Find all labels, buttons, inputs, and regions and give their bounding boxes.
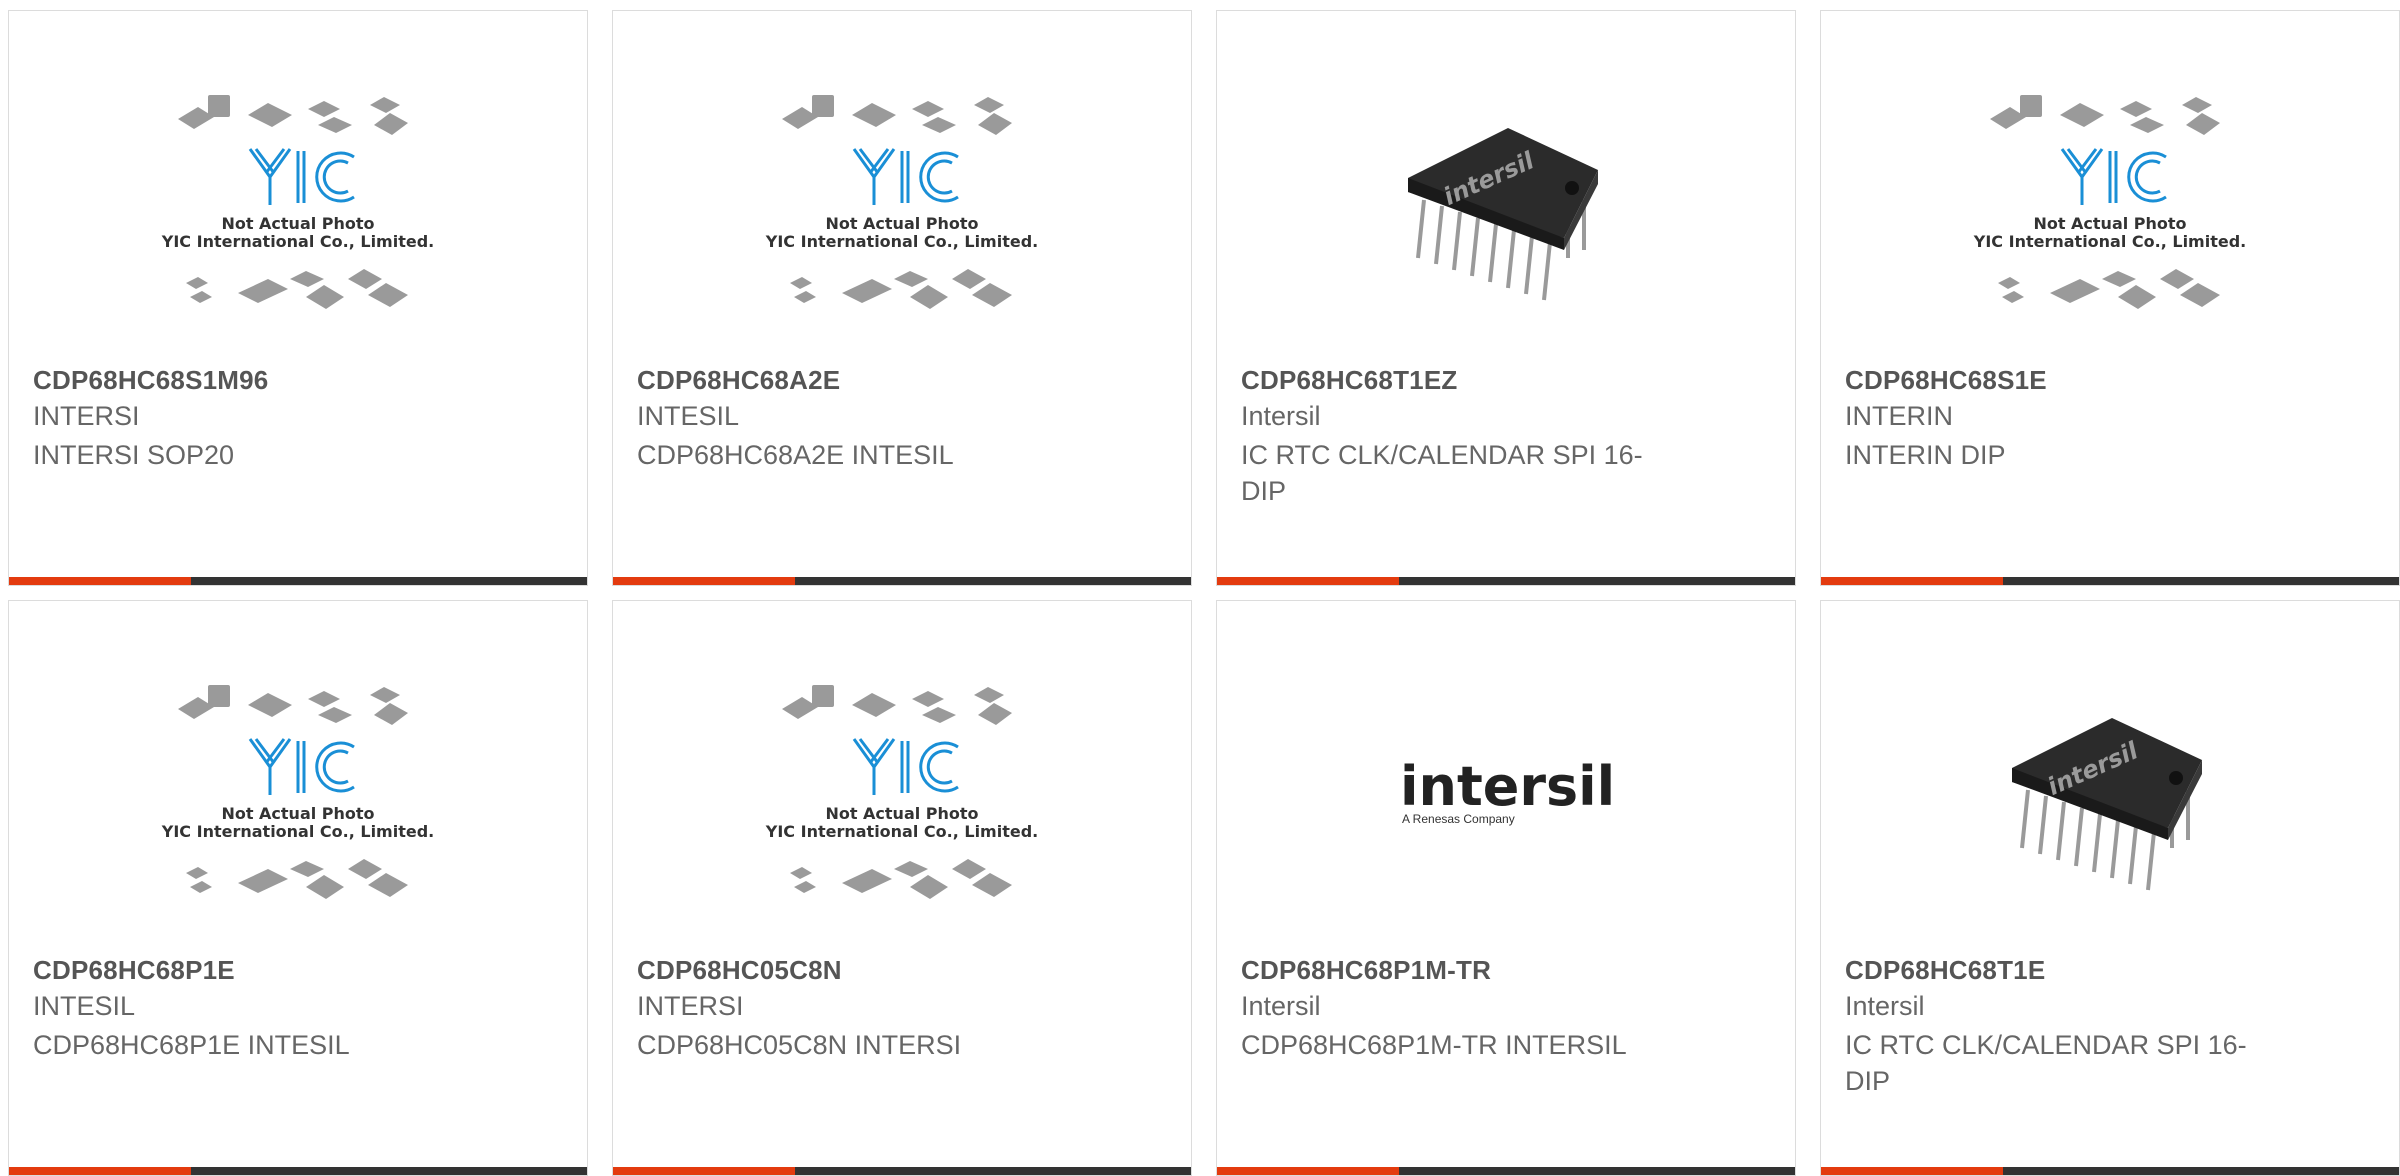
yic-placeholder-image: Not Actual Photo YIC International Co., … — [1973, 95, 2246, 309]
placeholder-line2: YIC International Co., Limited. — [765, 822, 1038, 841]
product-card[interactable]: intersil CDP68HC68T1E Intersil IC RTC CL… — [1820, 600, 2400, 1176]
intersil-logo-image: intersil A Renesas Company — [1400, 755, 1615, 826]
card-bottom-bar — [1217, 577, 1795, 585]
card-accent-bar — [9, 1167, 191, 1175]
placeholder-line2: YIC International Co., Limited. — [1973, 232, 2246, 251]
placeholder-line2: YIC International Co., Limited. — [161, 232, 434, 251]
part-number[interactable]: CDP68HC68P1E — [33, 955, 235, 986]
product-card[interactable]: Not Actual Photo YIC International Co., … — [612, 10, 1192, 586]
card-bottom-bar — [9, 577, 587, 585]
card-accent-bar — [1821, 1167, 2003, 1175]
dip-chip-image: intersil — [1408, 128, 1598, 301]
placeholder-line2: YIC International Co., Limited. — [765, 232, 1038, 251]
product-grid: Not Actual Photo YIC International Co., … — [0, 0, 2400, 1176]
product-image-placeholder: Not Actual Photo YIC International Co., … — [9, 73, 587, 353]
card-bottom-bar — [1217, 1167, 1795, 1175]
description: INTERSI SOP20 — [33, 440, 235, 470]
product-card[interactable]: Not Actual Photo YIC International Co., … — [8, 10, 588, 586]
part-number[interactable]: CDP68HC68S1E — [1845, 365, 2047, 396]
card-accent-bar — [613, 1167, 795, 1175]
part-number[interactable]: CDP68HC68T1EZ — [1241, 365, 1457, 396]
placeholder-line2: YIC International Co., Limited. — [161, 822, 434, 841]
yic-placeholder-image: Not Actual Photo YIC International Co., … — [161, 685, 434, 899]
manufacturer: Intersil — [1241, 991, 1321, 1021]
manufacturer: INTERSI — [637, 991, 744, 1021]
part-number[interactable]: CDP68HC05C8N — [637, 955, 842, 986]
part-number[interactable]: CDP68HC68P1M-TR — [1241, 955, 1491, 986]
intersil-tagline: A Renesas Company — [1402, 812, 1515, 826]
description: CDP68HC68A2E INTESIL — [637, 440, 954, 470]
part-number[interactable]: CDP68HC68T1E — [1845, 955, 2045, 986]
product-card[interactable]: intersil A Renesas Company CDP68HC68P1M-… — [1216, 600, 1796, 1176]
placeholder-line1: Not Actual Photo — [825, 214, 978, 233]
description: CDP68HC05C8N INTERSI — [637, 1030, 962, 1060]
product-card[interactable]: Not Actual Photo YIC International Co., … — [8, 600, 588, 1176]
card-bottom-bar — [9, 1167, 587, 1175]
placeholder-line1: Not Actual Photo — [825, 804, 978, 823]
yic-placeholder-image: Not Actual Photo YIC International Co., … — [765, 685, 1038, 899]
description: INTERIN DIP — [1845, 440, 2006, 470]
product-card[interactable]: Not Actual Photo YIC International Co., … — [612, 600, 1192, 1176]
intersil-wordmark: intersil — [1400, 755, 1615, 818]
card-accent-bar — [1821, 577, 2003, 585]
description: IC RTC CLK/CALENDAR SPI 16-DIP — [1241, 440, 1643, 506]
card-accent-bar — [1217, 1167, 1399, 1175]
yic-placeholder-image: Not Actual Photo YIC International Co., … — [161, 95, 434, 309]
product-image: intersil — [1821, 663, 2399, 943]
placeholder-line1: Not Actual Photo — [221, 804, 374, 823]
description: CDP68HC68P1M-TR INTERSIL — [1241, 1030, 1627, 1060]
card-bottom-bar — [1821, 577, 2399, 585]
card-bottom-bar — [1821, 1167, 2399, 1175]
card-accent-bar — [613, 577, 795, 585]
yic-placeholder-image: Not Actual Photo YIC International Co., … — [765, 95, 1038, 309]
card-accent-bar — [9, 577, 191, 585]
description: IC RTC CLK/CALENDAR SPI 16-DIP — [1845, 1030, 2247, 1096]
product-image-placeholder: Not Actual Photo YIC International Co., … — [613, 663, 1191, 943]
manufacturer: INTERSI — [33, 401, 140, 431]
placeholder-line1: Not Actual Photo — [221, 214, 374, 233]
product-card[interactable]: intersil CDP68HC68T1EZ Intersil IC RTC C… — [1216, 10, 1796, 586]
placeholder-line1: Not Actual Photo — [2033, 214, 2186, 233]
product-image-placeholder: Not Actual Photo YIC International Co., … — [613, 73, 1191, 353]
manufacturer: Intersil — [1845, 991, 1925, 1021]
product-image: intersil A Renesas Company — [1217, 663, 1795, 943]
manufacturer: INTESIL — [33, 991, 136, 1021]
description: CDP68HC68P1E INTESIL — [33, 1030, 350, 1060]
part-number[interactable]: CDP68HC68S1M96 — [33, 365, 268, 396]
card-bottom-bar — [613, 1167, 1191, 1175]
part-number[interactable]: CDP68HC68A2E — [637, 365, 840, 396]
product-image-placeholder: Not Actual Photo YIC International Co., … — [1821, 73, 2399, 353]
manufacturer: Intersil — [1241, 401, 1321, 431]
product-image: intersil — [1217, 73, 1795, 353]
card-bottom-bar — [613, 577, 1191, 585]
product-image-placeholder: Not Actual Photo YIC International Co., … — [9, 663, 587, 943]
card-accent-bar — [1217, 577, 1399, 585]
manufacturer: INTERIN — [1845, 401, 1953, 431]
manufacturer: INTESIL — [637, 401, 740, 431]
dip-chip-image: intersil — [2012, 718, 2202, 891]
product-card[interactable]: Not Actual Photo YIC International Co., … — [1820, 10, 2400, 586]
